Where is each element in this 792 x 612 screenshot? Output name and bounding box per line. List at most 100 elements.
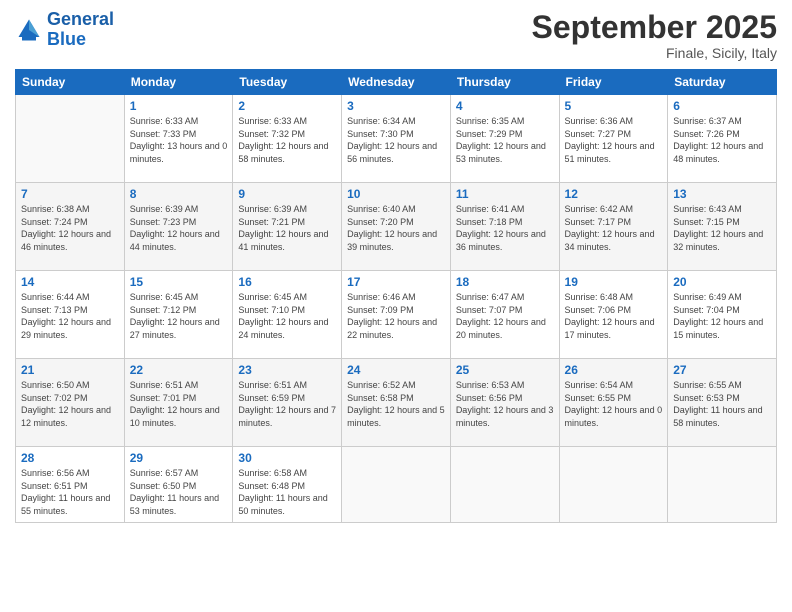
header-row: SundayMondayTuesdayWednesdayThursdayFrid… bbox=[16, 70, 777, 95]
calendar-cell: 3 Sunrise: 6:34 AM Sunset: 7:30 PM Dayli… bbox=[342, 95, 451, 183]
day-number: 11 bbox=[456, 187, 554, 201]
page: General Blue September 2025 Finale, Sici… bbox=[0, 0, 792, 612]
day-number: 12 bbox=[565, 187, 663, 201]
day-number: 18 bbox=[456, 275, 554, 289]
day-info: Sunrise: 6:56 AM Sunset: 6:51 PM Dayligh… bbox=[21, 467, 119, 517]
calendar-cell bbox=[342, 447, 451, 522]
calendar-cell: 7 Sunrise: 6:38 AM Sunset: 7:24 PM Dayli… bbox=[16, 183, 125, 271]
day-info: Sunrise: 6:33 AM Sunset: 7:33 PM Dayligh… bbox=[130, 115, 228, 165]
day-number: 6 bbox=[673, 99, 771, 113]
calendar-cell: 16 Sunrise: 6:45 AM Sunset: 7:10 PM Dayl… bbox=[233, 271, 342, 359]
header-day: Tuesday bbox=[233, 70, 342, 95]
day-info: Sunrise: 6:55 AM Sunset: 6:53 PM Dayligh… bbox=[673, 379, 771, 429]
day-number: 27 bbox=[673, 363, 771, 377]
calendar-cell: 2 Sunrise: 6:33 AM Sunset: 7:32 PM Dayli… bbox=[233, 95, 342, 183]
day-number: 5 bbox=[565, 99, 663, 113]
day-info: Sunrise: 6:38 AM Sunset: 7:24 PM Dayligh… bbox=[21, 203, 119, 253]
calendar-cell bbox=[16, 95, 125, 183]
logo: General Blue bbox=[15, 10, 114, 50]
calendar-cell: 23 Sunrise: 6:51 AM Sunset: 6:59 PM Dayl… bbox=[233, 359, 342, 447]
day-info: Sunrise: 6:37 AM Sunset: 7:26 PM Dayligh… bbox=[673, 115, 771, 165]
day-number: 14 bbox=[21, 275, 119, 289]
day-number: 24 bbox=[347, 363, 445, 377]
header-day: Sunday bbox=[16, 70, 125, 95]
header-day: Monday bbox=[124, 70, 233, 95]
calendar-cell bbox=[559, 447, 668, 522]
header-day: Friday bbox=[559, 70, 668, 95]
day-number: 22 bbox=[130, 363, 228, 377]
calendar-cell: 1 Sunrise: 6:33 AM Sunset: 7:33 PM Dayli… bbox=[124, 95, 233, 183]
calendar-cell: 4 Sunrise: 6:35 AM Sunset: 7:29 PM Dayli… bbox=[450, 95, 559, 183]
day-info: Sunrise: 6:45 AM Sunset: 7:10 PM Dayligh… bbox=[238, 291, 336, 341]
calendar-cell: 29 Sunrise: 6:57 AM Sunset: 6:50 PM Dayl… bbox=[124, 447, 233, 522]
calendar-cell: 28 Sunrise: 6:56 AM Sunset: 6:51 PM Dayl… bbox=[16, 447, 125, 522]
calendar-cell: 21 Sunrise: 6:50 AM Sunset: 7:02 PM Dayl… bbox=[16, 359, 125, 447]
day-info: Sunrise: 6:51 AM Sunset: 7:01 PM Dayligh… bbox=[130, 379, 228, 429]
logo-text: General Blue bbox=[47, 10, 114, 50]
day-info: Sunrise: 6:39 AM Sunset: 7:23 PM Dayligh… bbox=[130, 203, 228, 253]
day-number: 1 bbox=[130, 99, 228, 113]
calendar-cell: 18 Sunrise: 6:47 AM Sunset: 7:07 PM Dayl… bbox=[450, 271, 559, 359]
calendar-cell: 6 Sunrise: 6:37 AM Sunset: 7:26 PM Dayli… bbox=[668, 95, 777, 183]
calendar-cell: 8 Sunrise: 6:39 AM Sunset: 7:23 PM Dayli… bbox=[124, 183, 233, 271]
day-info: Sunrise: 6:54 AM Sunset: 6:55 PM Dayligh… bbox=[565, 379, 663, 429]
day-number: 2 bbox=[238, 99, 336, 113]
calendar-cell: 10 Sunrise: 6:40 AM Sunset: 7:20 PM Dayl… bbox=[342, 183, 451, 271]
calendar-cell: 24 Sunrise: 6:52 AM Sunset: 6:58 PM Dayl… bbox=[342, 359, 451, 447]
day-info: Sunrise: 6:53 AM Sunset: 6:56 PM Dayligh… bbox=[456, 379, 554, 429]
day-number: 3 bbox=[347, 99, 445, 113]
day-number: 29 bbox=[130, 451, 228, 465]
day-number: 10 bbox=[347, 187, 445, 201]
day-number: 20 bbox=[673, 275, 771, 289]
day-info: Sunrise: 6:48 AM Sunset: 7:06 PM Dayligh… bbox=[565, 291, 663, 341]
day-info: Sunrise: 6:45 AM Sunset: 7:12 PM Dayligh… bbox=[130, 291, 228, 341]
day-info: Sunrise: 6:34 AM Sunset: 7:30 PM Dayligh… bbox=[347, 115, 445, 165]
day-info: Sunrise: 6:46 AM Sunset: 7:09 PM Dayligh… bbox=[347, 291, 445, 341]
calendar-cell: 27 Sunrise: 6:55 AM Sunset: 6:53 PM Dayl… bbox=[668, 359, 777, 447]
calendar-cell: 26 Sunrise: 6:54 AM Sunset: 6:55 PM Dayl… bbox=[559, 359, 668, 447]
calendar-week-row: 1 Sunrise: 6:33 AM Sunset: 7:33 PM Dayli… bbox=[16, 95, 777, 183]
calendar-cell bbox=[450, 447, 559, 522]
day-number: 26 bbox=[565, 363, 663, 377]
calendar-cell: 14 Sunrise: 6:44 AM Sunset: 7:13 PM Dayl… bbox=[16, 271, 125, 359]
calendar-cell: 20 Sunrise: 6:49 AM Sunset: 7:04 PM Dayl… bbox=[668, 271, 777, 359]
day-number: 30 bbox=[238, 451, 336, 465]
day-info: Sunrise: 6:33 AM Sunset: 7:32 PM Dayligh… bbox=[238, 115, 336, 165]
day-info: Sunrise: 6:49 AM Sunset: 7:04 PM Dayligh… bbox=[673, 291, 771, 341]
day-number: 19 bbox=[565, 275, 663, 289]
logo-icon bbox=[15, 16, 43, 44]
title-block: September 2025 Finale, Sicily, Italy bbox=[532, 10, 777, 61]
day-number: 15 bbox=[130, 275, 228, 289]
day-info: Sunrise: 6:42 AM Sunset: 7:17 PM Dayligh… bbox=[565, 203, 663, 253]
day-info: Sunrise: 6:36 AM Sunset: 7:27 PM Dayligh… bbox=[565, 115, 663, 165]
day-info: Sunrise: 6:58 AM Sunset: 6:48 PM Dayligh… bbox=[238, 467, 336, 517]
calendar-week-row: 28 Sunrise: 6:56 AM Sunset: 6:51 PM Dayl… bbox=[16, 447, 777, 522]
calendar-cell bbox=[668, 447, 777, 522]
calendar-week-row: 14 Sunrise: 6:44 AM Sunset: 7:13 PM Dayl… bbox=[16, 271, 777, 359]
day-number: 13 bbox=[673, 187, 771, 201]
day-info: Sunrise: 6:50 AM Sunset: 7:02 PM Dayligh… bbox=[21, 379, 119, 429]
day-info: Sunrise: 6:44 AM Sunset: 7:13 PM Dayligh… bbox=[21, 291, 119, 341]
calendar-cell: 13 Sunrise: 6:43 AM Sunset: 7:15 PM Dayl… bbox=[668, 183, 777, 271]
day-info: Sunrise: 6:35 AM Sunset: 7:29 PM Dayligh… bbox=[456, 115, 554, 165]
day-info: Sunrise: 6:41 AM Sunset: 7:18 PM Dayligh… bbox=[456, 203, 554, 253]
header-day: Thursday bbox=[450, 70, 559, 95]
day-number: 4 bbox=[456, 99, 554, 113]
day-number: 8 bbox=[130, 187, 228, 201]
calendar-table: SundayMondayTuesdayWednesdayThursdayFrid… bbox=[15, 69, 777, 522]
header: General Blue September 2025 Finale, Sici… bbox=[15, 10, 777, 61]
calendar-cell: 11 Sunrise: 6:41 AM Sunset: 7:18 PM Dayl… bbox=[450, 183, 559, 271]
calendar-week-row: 21 Sunrise: 6:50 AM Sunset: 7:02 PM Dayl… bbox=[16, 359, 777, 447]
calendar-cell: 17 Sunrise: 6:46 AM Sunset: 7:09 PM Dayl… bbox=[342, 271, 451, 359]
calendar-cell: 25 Sunrise: 6:53 AM Sunset: 6:56 PM Dayl… bbox=[450, 359, 559, 447]
day-number: 28 bbox=[21, 451, 119, 465]
calendar-cell: 30 Sunrise: 6:58 AM Sunset: 6:48 PM Dayl… bbox=[233, 447, 342, 522]
day-number: 7 bbox=[21, 187, 119, 201]
day-info: Sunrise: 6:47 AM Sunset: 7:07 PM Dayligh… bbox=[456, 291, 554, 341]
calendar-cell: 22 Sunrise: 6:51 AM Sunset: 7:01 PM Dayl… bbox=[124, 359, 233, 447]
day-number: 17 bbox=[347, 275, 445, 289]
day-number: 16 bbox=[238, 275, 336, 289]
day-number: 21 bbox=[21, 363, 119, 377]
day-number: 25 bbox=[456, 363, 554, 377]
calendar-cell: 9 Sunrise: 6:39 AM Sunset: 7:21 PM Dayli… bbox=[233, 183, 342, 271]
